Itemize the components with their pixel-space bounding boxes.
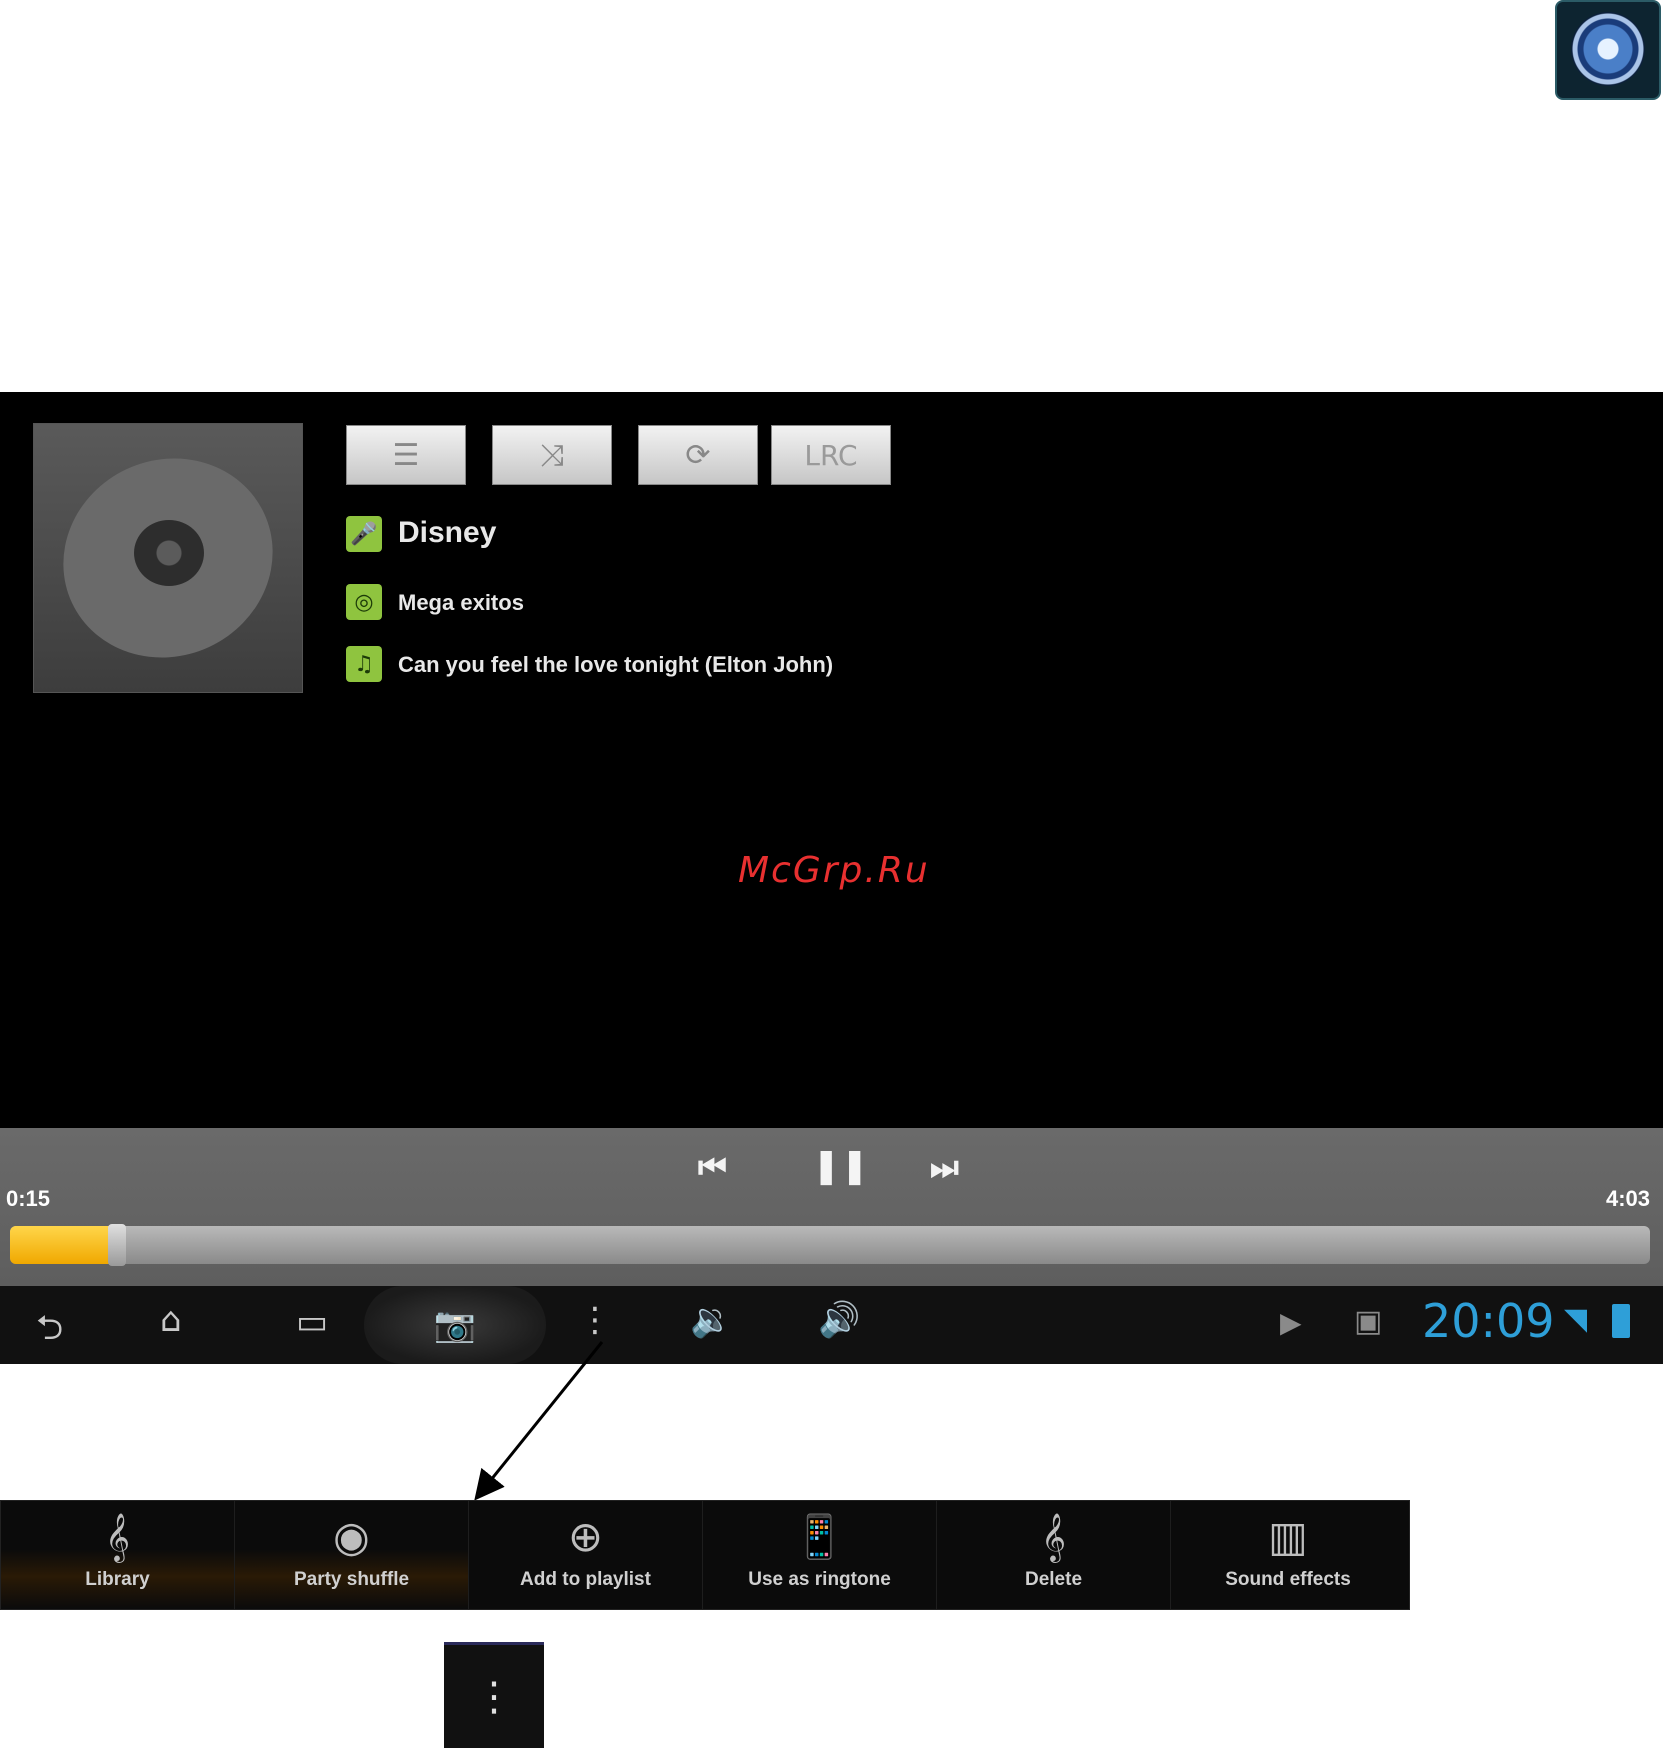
menu-item-label: Party shuffle bbox=[293, 1569, 410, 1590]
album-art bbox=[30, 423, 306, 693]
playlist-button[interactable]: ☰ bbox=[346, 425, 466, 485]
menu-item-add-to-playlist[interactable]: ⊕ Add to playlist bbox=[469, 1501, 703, 1609]
next-track-button[interactable]: ⏭ bbox=[930, 1148, 959, 1187]
repeat-icon: ⟳ bbox=[685, 437, 711, 473]
volume-up-icon: 🔊 bbox=[818, 1300, 861, 1340]
recent-apps-icon: ▭ bbox=[296, 1302, 329, 1342]
album-name: Mega exitos bbox=[398, 590, 524, 615]
pause-icon: ❚❚ bbox=[812, 1146, 869, 1186]
track-icon: ♫ bbox=[346, 646, 382, 682]
menu-item-label: Use as ringtone bbox=[748, 1569, 891, 1590]
menu-item-label: Sound effects bbox=[1225, 1569, 1351, 1590]
screenshot-button[interactable]: 📷 bbox=[364, 1286, 546, 1364]
playback-controls: ⏮ ❚❚ ⏭ 0:15 4:03 bbox=[0, 1128, 1663, 1286]
artist-name: Disney bbox=[398, 516, 497, 549]
pause-button[interactable]: ❚❚ bbox=[812, 1146, 869, 1186]
add-icon: ⊕ bbox=[567, 1512, 604, 1561]
seek-bar-thumb[interactable] bbox=[108, 1224, 126, 1266]
overflow-menu-icon: ⋮ bbox=[474, 1673, 514, 1720]
repeat-button[interactable]: ⟳ bbox=[638, 425, 758, 485]
shuffle-button[interactable]: ⤨ bbox=[492, 425, 612, 485]
menu-item-label: Add to playlist bbox=[520, 1569, 651, 1590]
music-app-icon[interactable] bbox=[1555, 0, 1661, 100]
delete-icon: 𝄞 bbox=[1041, 1512, 1066, 1561]
party-shuffle-icon: ◉ bbox=[333, 1512, 370, 1561]
camera-icon: 📷 bbox=[433, 1305, 477, 1345]
library-icon: 𝄞 bbox=[105, 1512, 130, 1561]
total-time: 4:03 bbox=[1606, 1186, 1651, 1211]
overflow-menu-icon: ⋮ bbox=[578, 1300, 612, 1340]
recent-apps-button[interactable]: ▭ bbox=[296, 1302, 328, 1342]
watermark: McGrp.Ru bbox=[738, 850, 930, 891]
menu-key-sample: ⋮ bbox=[444, 1642, 544, 1748]
ringtone-icon: 📱 bbox=[793, 1512, 846, 1561]
menu-item-delete[interactable]: 𝄞 Delete bbox=[937, 1501, 1171, 1609]
volume-up-button[interactable]: 🔊 bbox=[818, 1300, 860, 1340]
previous-icon: ⏮ bbox=[698, 1148, 727, 1186]
speaker-icon bbox=[1571, 12, 1645, 86]
previous-track-button[interactable]: ⏮ bbox=[698, 1148, 727, 1187]
seek-bar-fill bbox=[10, 1226, 112, 1264]
music-player-screen: ☰ ⤨ ⟳ LRC 🎤 Disney ◎ Mega exitos ♫ Can y… bbox=[0, 392, 1663, 1364]
disc-hub bbox=[134, 520, 204, 586]
equalizer-icon: ▥ bbox=[1268, 1512, 1308, 1561]
gallery-notification-icon[interactable]: ▣ bbox=[1354, 1304, 1382, 1339]
lyrics-label: LRC bbox=[804, 438, 858, 472]
home-icon: ⌂ bbox=[160, 1300, 182, 1340]
elapsed-time: 0:15 bbox=[6, 1186, 51, 1211]
status-clock[interactable]: 20:09 bbox=[1422, 1294, 1555, 1348]
seek-bar[interactable] bbox=[10, 1224, 1650, 1266]
wifi-icon: ◥ bbox=[1564, 1302, 1588, 1337]
shuffle-icon: ⤨ bbox=[540, 437, 564, 473]
menu-item-library[interactable]: 𝄞 Library bbox=[1, 1501, 235, 1609]
home-button[interactable]: ⌂ bbox=[160, 1300, 182, 1340]
system-navigation-bar: ⮌ ⌂ ▭ 📷 ⋮ 🔉 🔊 ▶ ▣ 20:09 ◥ bbox=[0, 1286, 1663, 1364]
volume-down-icon: 🔉 bbox=[690, 1300, 733, 1340]
album-icon: ◎ bbox=[346, 584, 382, 620]
menu-item-label: Delete bbox=[1024, 1569, 1083, 1590]
lyrics-button[interactable]: LRC bbox=[771, 425, 891, 485]
next-icon: ⏭ bbox=[930, 1148, 959, 1186]
back-icon: ⮌ bbox=[36, 1308, 64, 1348]
menu-item-use-as-ringtone[interactable]: 📱 Use as ringtone bbox=[703, 1501, 937, 1609]
battery-icon bbox=[1612, 1304, 1630, 1338]
menu-item-sound-effects[interactable]: ▥ Sound effects bbox=[1171, 1501, 1405, 1609]
menu-item-party-shuffle[interactable]: ◉ Party shuffle bbox=[235, 1501, 469, 1609]
volume-down-button[interactable]: 🔉 bbox=[690, 1300, 732, 1340]
track-title: Can you feel the love tonight (Elton Joh… bbox=[398, 652, 834, 677]
play-notification-icon[interactable]: ▶ bbox=[1280, 1306, 1302, 1339]
back-button[interactable]: ⮌ bbox=[36, 1304, 63, 1361]
list-icon: ☰ bbox=[392, 437, 420, 473]
menu-button[interactable]: ⋮ bbox=[578, 1300, 612, 1340]
artist-icon: 🎤 bbox=[346, 516, 382, 552]
overflow-menu: 𝄞 Library ◉ Party shuffle ⊕ Add to playl… bbox=[0, 1500, 1410, 1610]
menu-item-label: Library bbox=[85, 1569, 150, 1590]
